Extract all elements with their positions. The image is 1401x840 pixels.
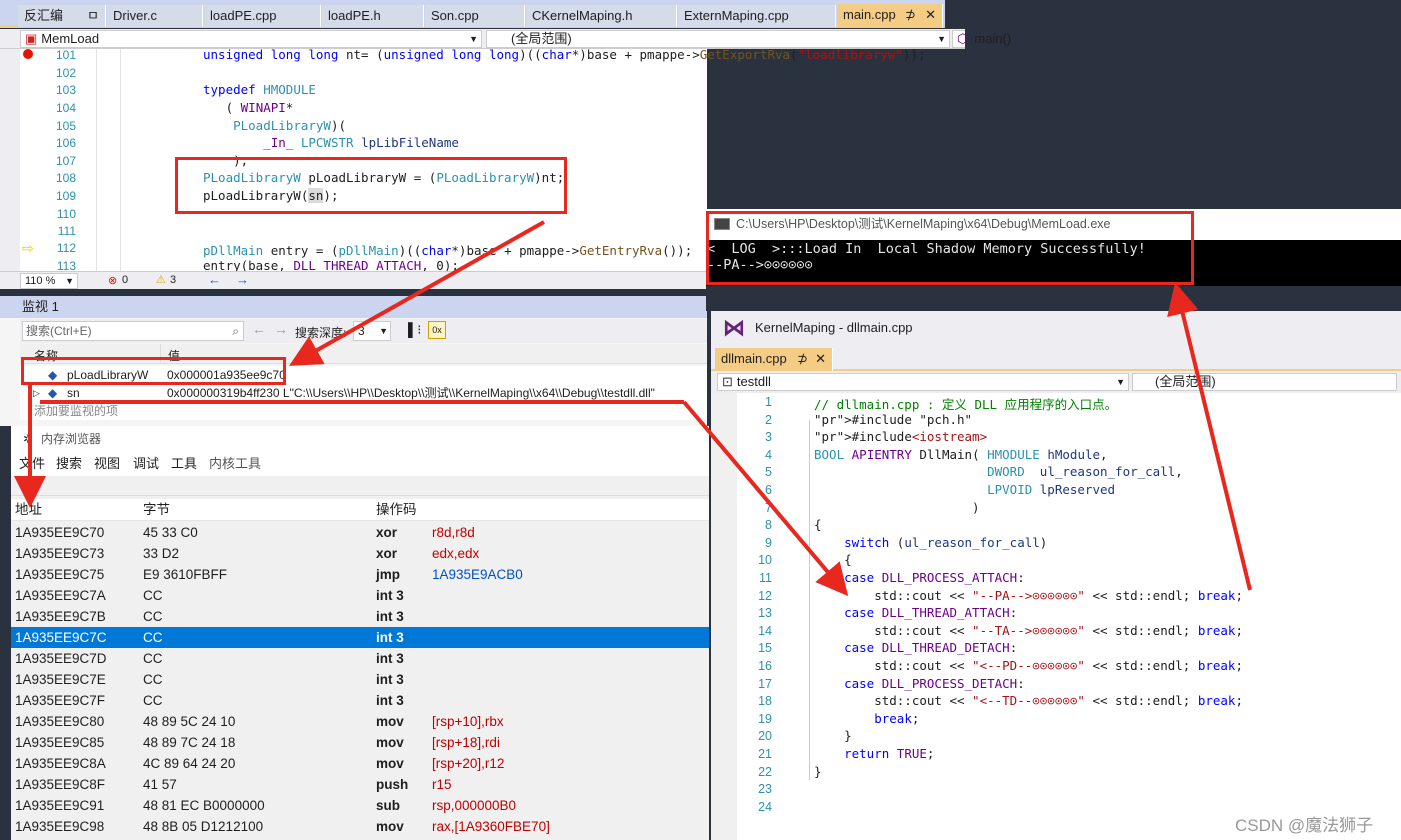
arrow-to-watch — [289, 220, 545, 366]
annotation-arrows — [14, 220, 1252, 597]
arrow-to-console — [1167, 282, 1252, 591]
arrow-to-process-attach — [682, 400, 849, 597]
